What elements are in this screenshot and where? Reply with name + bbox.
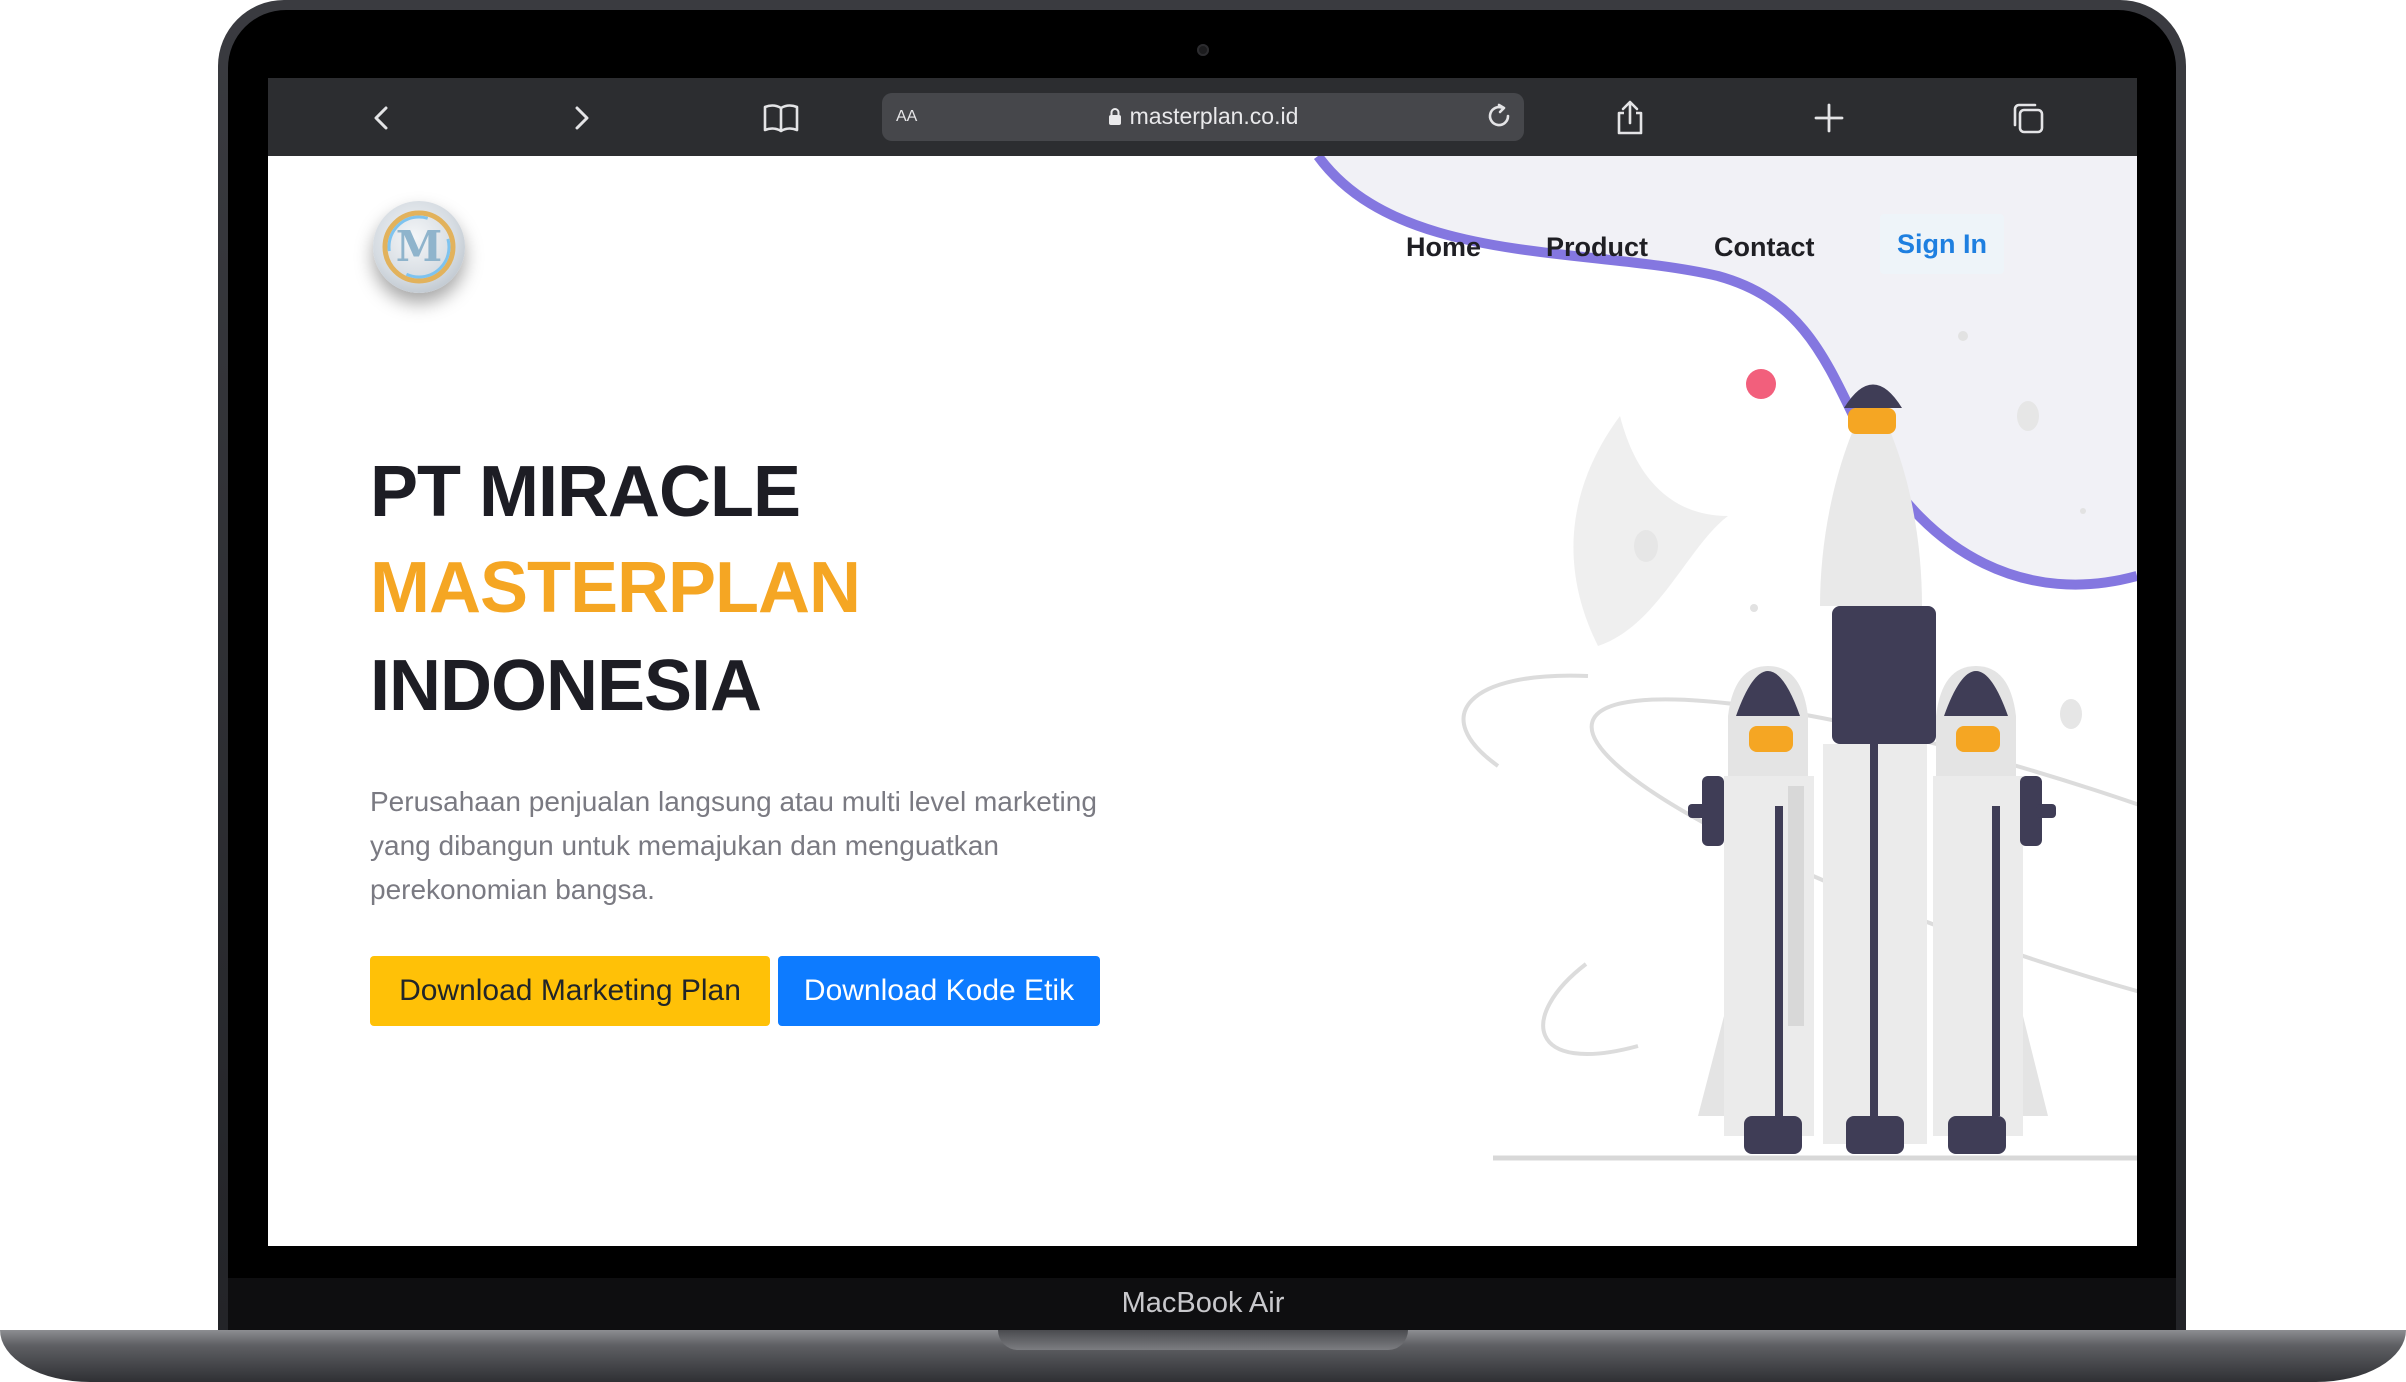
red-dot [1746,369,1776,399]
back-button[interactable] [354,90,410,146]
share-icon [1617,100,1643,135]
nav-contact[interactable]: Contact [1714,232,1815,263]
browser-toolbar: AA masterplan.co.id [268,78,2137,156]
browser-screen: AA masterplan.co.id M Home Product Conta… [268,78,2137,1246]
lock-icon [1108,108,1121,125]
bookmarks-button[interactable] [753,90,809,146]
new-tab-button[interactable] [1801,90,1857,146]
tabs-icon [2013,103,2044,134]
download-marketing-plan-button[interactable]: Download Marketing Plan [370,956,770,1026]
rocket-illustration [1313,156,2137,1161]
web-page: M Home Product Contact Sign In PT MIRACL… [268,156,2137,1246]
back-icon [374,106,388,130]
nav-home[interactable]: Home [1406,232,1481,263]
background-blob [1318,156,2137,585]
forward-button[interactable] [553,90,609,146]
laptop-notch [998,1330,1408,1350]
hero-title-line-1: PT MIRACLE [370,452,801,532]
nav-product[interactable]: Product [1546,232,1648,263]
tabs-overview-button[interactable] [2000,90,2056,146]
url-text: masterplan.co.id [1129,103,1299,129]
logo-letter: M [396,222,443,271]
share-button[interactable] [1602,90,1658,146]
address-bar[interactable]: AA masterplan.co.id [882,93,1524,141]
hero-title-line-2: MASTERPLAN [370,548,861,628]
reload-icon[interactable] [1484,101,1514,131]
url-display: masterplan.co.id [882,103,1524,130]
sign-in-button[interactable]: Sign In [1880,214,2004,274]
hero-description: Perusahaan penjualan langsung atau multi… [370,786,1097,905]
hero-title-line-3: INDONESIA [370,646,762,726]
new-tab-icon [1814,103,1844,133]
device-label: MacBook Air [1121,1287,1285,1319]
forward-icon [575,106,589,130]
logo-mark-icon: M [382,210,456,284]
camera-icon [1197,44,1209,56]
download-kode-etik-button[interactable]: Download Kode Etik [778,956,1100,1026]
company-logo[interactable]: M [373,201,465,293]
bookmarks-icon [763,104,799,133]
